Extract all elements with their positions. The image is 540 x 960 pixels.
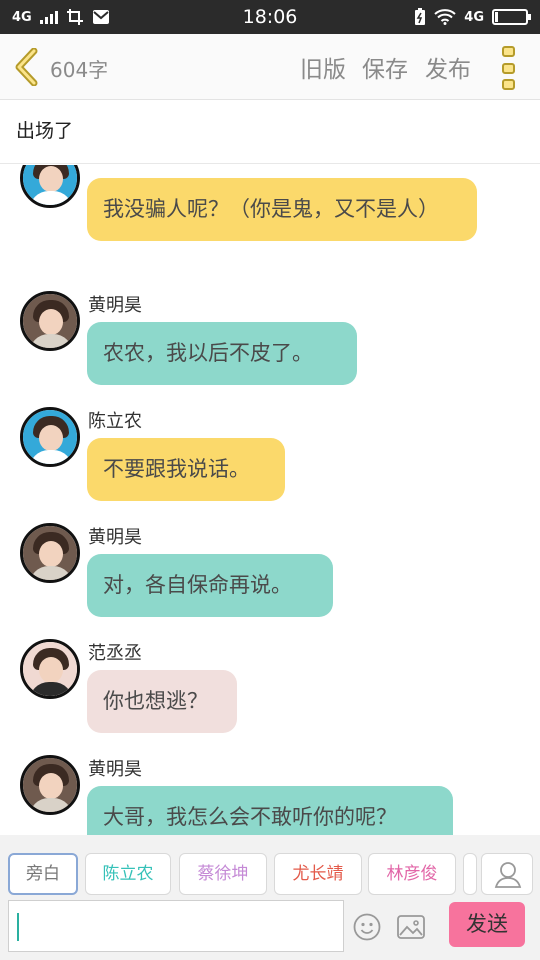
status-right: 4G (414, 7, 531, 27)
avatar[interactable] (20, 291, 80, 351)
save-button[interactable]: 保存 (362, 50, 408, 84)
battery-saver-icon (415, 8, 426, 25)
battery-icon (492, 9, 531, 25)
chapter-title-bar[interactable]: 出场了 (0, 100, 540, 164)
message-bubble[interactable]: 大哥，我怎么会不敢听你的呢？ (87, 786, 453, 835)
message-bubble[interactable]: 对，各自保命再说。 (87, 554, 333, 617)
wifi-icon (434, 9, 456, 25)
add-role-button[interactable] (481, 853, 533, 895)
speaker-name: 范丞丞 (88, 643, 142, 664)
avatar[interactable] (20, 755, 80, 815)
speaker-name: 黄明昊 (88, 527, 142, 548)
compose-panel: 旁白 陈立农 蔡徐坤 尤长靖 林彦俊 发送 (0, 835, 540, 960)
chat-area[interactable]: 我没骗人呢？（你是鬼，又不是人） 黄明昊 农农，我以后不皮了。 陈立农 不要跟我… (0, 165, 540, 835)
chapter-title: 出场了 (16, 120, 74, 142)
avatar[interactable] (20, 165, 80, 208)
speaker-name: 黄明昊 (88, 759, 142, 780)
avatar[interactable] (20, 523, 80, 583)
speaker-name: 黄明昊 (88, 295, 142, 316)
status-bar: 4G 18:06 4G (0, 0, 540, 34)
role-tab[interactable]: 尤长靖 (274, 853, 362, 895)
message-bubble[interactable]: 你也想逃？ (87, 670, 237, 733)
avatar[interactable] (20, 639, 80, 699)
editor-toolbar: 604字 旧版 保存 发布 (0, 34, 540, 100)
message-bubble[interactable]: 农农，我以后不皮了。 (87, 322, 357, 385)
message-input[interactable] (8, 900, 344, 952)
role-tab-partial[interactable] (463, 853, 477, 895)
avatar[interactable] (20, 407, 80, 467)
network-type-label-right: 4G (464, 9, 484, 25)
battery-level (495, 12, 498, 22)
old-version-button[interactable]: 旧版 (300, 50, 346, 84)
role-tab[interactable]: 蔡徐坤 (179, 853, 267, 895)
back-chevron-icon[interactable] (10, 48, 44, 86)
publish-button[interactable]: 发布 (425, 50, 471, 84)
text-caret (17, 913, 19, 941)
word-count: 604字 (50, 58, 109, 82)
message-bubble[interactable]: 不要跟我说话。 (87, 438, 285, 501)
speaker-name: 陈立农 (88, 411, 142, 432)
more-dots-icon[interactable] (502, 46, 516, 90)
person-icon (494, 862, 522, 888)
emoji-icon[interactable] (352, 912, 382, 942)
image-icon[interactable] (396, 913, 426, 941)
message-bubble[interactable]: 我没骗人呢？（你是鬼，又不是人） (87, 178, 477, 241)
role-tab-narrator[interactable]: 旁白 (8, 853, 78, 895)
role-tab[interactable]: 陈立农 (85, 853, 171, 895)
role-tab[interactable]: 林彦俊 (368, 853, 456, 895)
send-button[interactable]: 发送 (449, 902, 525, 947)
